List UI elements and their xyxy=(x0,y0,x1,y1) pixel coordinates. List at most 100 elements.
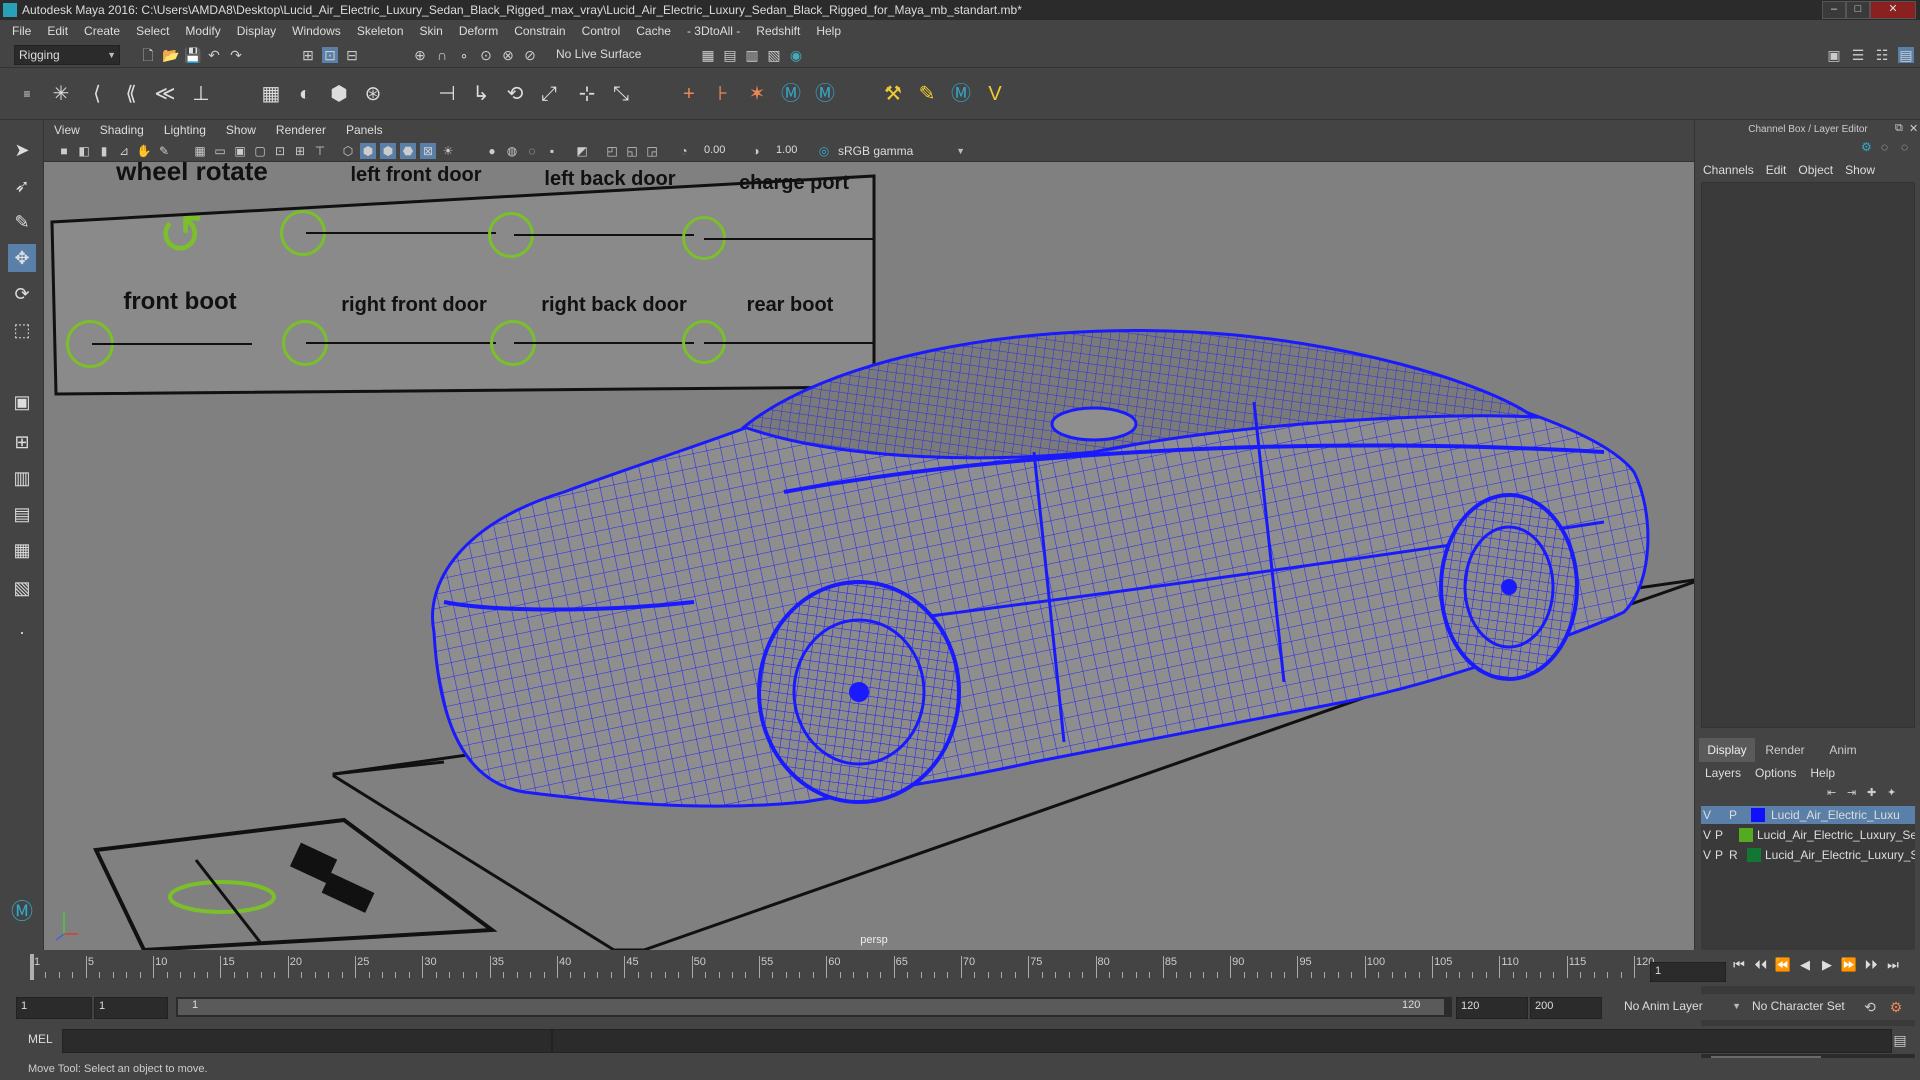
new-layer-icon[interactable]: ✚ xyxy=(1867,786,1876,799)
safe-action-icon[interactable]: ⊞ xyxy=(292,143,308,159)
shelf-menu-icon[interactable]: ≡ xyxy=(14,81,40,107)
wheel-rotate-control-icon[interactable]: ↺ xyxy=(150,204,212,266)
scale-constraint-icon[interactable]: ⤢ xyxy=(536,81,562,107)
camera-icon[interactable]: ■ xyxy=(56,143,72,159)
range-end-field[interactable]: 200 xyxy=(1530,997,1602,1019)
range-slider-bar[interactable] xyxy=(178,999,1444,1015)
hypershade-icon[interactable]: ◉ xyxy=(788,47,804,63)
joint-tool-icon[interactable]: ✳ xyxy=(48,81,74,107)
new-layer-selected-icon[interactable]: ✦ xyxy=(1887,786,1896,799)
playback-start-field[interactable]: 1 xyxy=(94,997,168,1019)
command-language-label[interactable]: MEL xyxy=(28,1032,53,1046)
persp-outliner-icon[interactable]: ▤ xyxy=(8,500,36,528)
play-forward-icon[interactable]: ▶ xyxy=(1818,956,1836,974)
tab-anim[interactable]: Anim xyxy=(1815,738,1871,762)
camera-attr-icon[interactable]: ◧ xyxy=(76,143,92,159)
vp-menu-panels[interactable]: Panels xyxy=(336,123,393,137)
anti-alias-icon[interactable]: ◌ xyxy=(524,143,540,159)
layer-move-up-icon[interactable]: ⇤ xyxy=(1827,786,1836,799)
step-back-icon[interactable]: ⏴⏴ xyxy=(1752,956,1770,974)
channel-box-toggle-icon[interactable]: ▤ xyxy=(1898,47,1914,63)
menu-create[interactable]: Create xyxy=(76,24,128,38)
textured-icon[interactable]: ⬣ xyxy=(400,143,416,159)
go-to-start-icon[interactable]: ⏮ xyxy=(1730,956,1748,974)
layer-playback-toggle[interactable]: P xyxy=(1729,806,1737,824)
select-component-icon[interactable]: ⊟ xyxy=(344,47,360,63)
ambient-occlusion-icon[interactable]: ● xyxy=(484,143,500,159)
vp-menu-view[interactable]: View xyxy=(44,123,90,137)
smooth-shade-icon[interactable]: ⬢ xyxy=(360,143,376,159)
layer-reference-toggle[interactable]: R xyxy=(1729,846,1738,864)
command-input[interactable] xyxy=(62,1029,552,1053)
xray-joints-icon[interactable]: ◲ xyxy=(644,143,660,159)
range-start-field[interactable]: 1 xyxy=(16,997,92,1019)
maximize-icon[interactable]: □ xyxy=(1846,1,1870,19)
menu-display[interactable]: Display xyxy=(229,24,284,38)
perspective-viewport[interactable]: wheel rotate ↺ left front door left back… xyxy=(44,162,1694,950)
channel-show-menu[interactable]: Show xyxy=(1845,160,1875,180)
v-script-icon[interactable]: V xyxy=(982,81,1008,107)
rotate-tool-icon[interactable]: ⟳ xyxy=(8,280,36,308)
menuset-dropdown[interactable]: Rigging ▼ xyxy=(14,45,120,65)
menu-help[interactable]: Help xyxy=(808,24,849,38)
menu-modify[interactable]: Modify xyxy=(177,24,228,38)
live-surface-field[interactable]: No Live Surface xyxy=(552,45,656,63)
exposure-field[interactable]: 0.00 xyxy=(700,142,748,160)
more-layouts-icon[interactable]: · xyxy=(8,618,36,646)
single-view-icon[interactable]: ▣ xyxy=(8,388,36,416)
layer-help-menu[interactable]: Help xyxy=(1810,766,1835,780)
layer-row[interactable]: V P R Lucid_Air_Electric_Luxury_S xyxy=(1701,846,1915,864)
wireframe-on-shaded-icon[interactable]: ⬢ xyxy=(380,143,396,159)
go-to-end-icon[interactable]: ⏭ xyxy=(1884,956,1902,974)
render-settings-icon[interactable]: ▧ xyxy=(766,47,782,63)
bookmark-icon[interactable]: ▮ xyxy=(96,143,112,159)
xray-icon[interactable]: ◰ xyxy=(604,143,620,159)
grease-pencil-icon[interactable]: ✎ xyxy=(156,143,172,159)
layer-playback-toggle[interactable]: P xyxy=(1715,826,1723,844)
menu-skin[interactable]: Skin xyxy=(412,24,451,38)
layer-name[interactable]: Lucid_Air_Electric_Luxury_S xyxy=(1765,846,1915,864)
vp-menu-show[interactable]: Show xyxy=(216,123,266,137)
2d-pan-icon[interactable]: ✋ xyxy=(136,143,152,159)
skin-tool-icon[interactable]: ⚒ xyxy=(880,81,906,107)
vp-menu-lighting[interactable]: Lighting xyxy=(154,123,216,137)
channels-menu[interactable]: Channels xyxy=(1703,160,1754,180)
snap-point-icon[interactable]: ∘ xyxy=(456,47,472,63)
orient-joint-icon[interactable]: ⊥ xyxy=(188,81,214,107)
menu-redshift[interactable]: Redshift xyxy=(748,24,808,38)
use-lights-icon[interactable]: ⊠ xyxy=(420,143,436,159)
channel-edit-menu[interactable]: Edit xyxy=(1766,160,1787,180)
snap-view-icon[interactable]: ⊙ xyxy=(478,47,494,63)
cluster-icon[interactable]: ⊛ xyxy=(360,81,386,107)
resolution-gate-icon[interactable]: ▣ xyxy=(232,143,248,159)
render-view-icon[interactable]: ▦ xyxy=(700,47,716,63)
layer-name[interactable]: Lucid_Air_Electric_Luxury_Sec xyxy=(1757,826,1915,844)
pole-vector-icon[interactable]: ⤡ xyxy=(608,81,634,107)
render-frame-icon[interactable]: ▤ xyxy=(722,47,738,63)
menu-edit[interactable]: Edit xyxy=(39,24,76,38)
hypershade-layout-icon[interactable]: ▧ xyxy=(8,574,36,602)
gamma-field[interactable]: 1.00 xyxy=(772,142,816,160)
select-object-icon[interactable]: ⊡ xyxy=(322,47,338,63)
tab-display[interactable]: Display xyxy=(1699,738,1755,762)
layer-playback-toggle[interactable]: P xyxy=(1715,846,1723,864)
persp-graph-icon[interactable]: ▦ xyxy=(8,536,36,564)
layer-color-swatch[interactable] xyxy=(1747,848,1761,862)
menu-deform[interactable]: Deform xyxy=(451,24,506,38)
undo-icon[interactable]: ↶ xyxy=(206,47,222,63)
gamma-icon[interactable]: ◑ xyxy=(748,143,764,159)
xray-active-icon[interactable]: ◱ xyxy=(624,143,640,159)
film-gate-icon[interactable]: ▭ xyxy=(212,143,228,159)
ik-spline-icon[interactable]: ⟪ xyxy=(118,81,144,107)
hik-icon[interactable]: Ⓜ xyxy=(778,81,804,107)
menu-constrain[interactable]: Constrain xyxy=(506,24,573,38)
color-management-icon[interactable]: ◎ xyxy=(816,143,832,159)
menu-select[interactable]: Select xyxy=(128,24,177,38)
lattice-icon[interactable]: ⬢ xyxy=(326,81,352,107)
menu-control[interactable]: Control xyxy=(574,24,629,38)
step-forward-icon[interactable]: ⏵⏵ xyxy=(1862,956,1880,974)
image-plane-icon[interactable]: ⊿ xyxy=(116,143,132,159)
anim-layer-dropdown[interactable]: No Anim Layer ▼ xyxy=(1620,997,1744,1017)
layer-name[interactable]: Lucid_Air_Electric_Luxu xyxy=(1771,806,1915,824)
aim-constraint-icon[interactable]: ↳ xyxy=(468,81,494,107)
